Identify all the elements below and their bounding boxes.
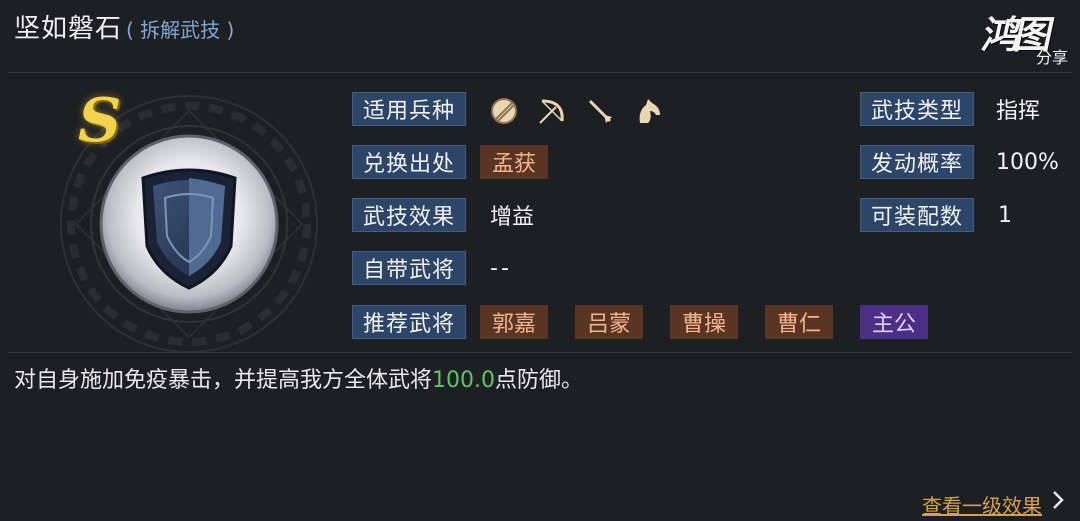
horse-icon: [639, 99, 660, 123]
skill-description: 对自身施加免疫暴击，并提高我方全体武将100.0点防御。: [14, 362, 583, 394]
skill-subtitle: ( 拆解武技 ): [126, 18, 235, 42]
recommend-general-tag[interactable]: 郭嘉: [480, 305, 548, 339]
grade-badge: S: [78, 86, 122, 156]
recommend-general-tag[interactable]: 曹操: [670, 305, 738, 339]
effect-label: 武技效果: [352, 198, 466, 232]
divider: [8, 352, 1072, 353]
bow-icon: [539, 99, 564, 124]
effect-value: 增益: [490, 205, 535, 230]
divider: [8, 72, 1072, 73]
own-general-value: --: [490, 255, 512, 281]
troop-type-label: 适用兵种: [352, 92, 466, 126]
description-value: 100.0: [432, 368, 495, 393]
recommend-general-tag[interactable]: 曹仁: [765, 305, 833, 339]
spear-icon: [588, 99, 612, 123]
equip-count-value: 1: [998, 202, 1012, 228]
trigger-rate-value: 100%: [996, 149, 1059, 175]
recommend-label: 推荐武将: [352, 305, 466, 339]
recommend-general-tag[interactable]: 吕蒙: [575, 305, 643, 339]
skill-type-label: 武技类型: [860, 92, 974, 126]
watermark-logo: 鸿图 分享: [979, 4, 1068, 68]
chevron-right-icon[interactable]: [1048, 488, 1068, 512]
equip-count-label: 可装配数: [860, 198, 974, 232]
description-prefix: 对自身施加免疫暴击，并提高我方全体武将: [14, 368, 433, 393]
skill-type-value: 指挥: [996, 99, 1041, 124]
source-tag[interactable]: 孟获: [480, 145, 548, 179]
own-general-label: 自带武将: [352, 251, 466, 285]
watermark-sub: 分享: [1035, 48, 1068, 67]
title-row: 坚如磐石 ( 拆解武技 ): [14, 8, 234, 48]
recommend-lord-tag[interactable]: 主公: [860, 305, 928, 339]
shield-troop-icon: [491, 98, 517, 124]
description-suffix: 点防御。: [495, 368, 584, 393]
view-level-one-effect-link[interactable]: 查看一级效果: [922, 490, 1042, 519]
skill-name: 坚如磐石: [14, 14, 123, 44]
source-label: 兑换出处: [352, 145, 466, 179]
trigger-rate-label: 发动概率: [860, 145, 974, 179]
